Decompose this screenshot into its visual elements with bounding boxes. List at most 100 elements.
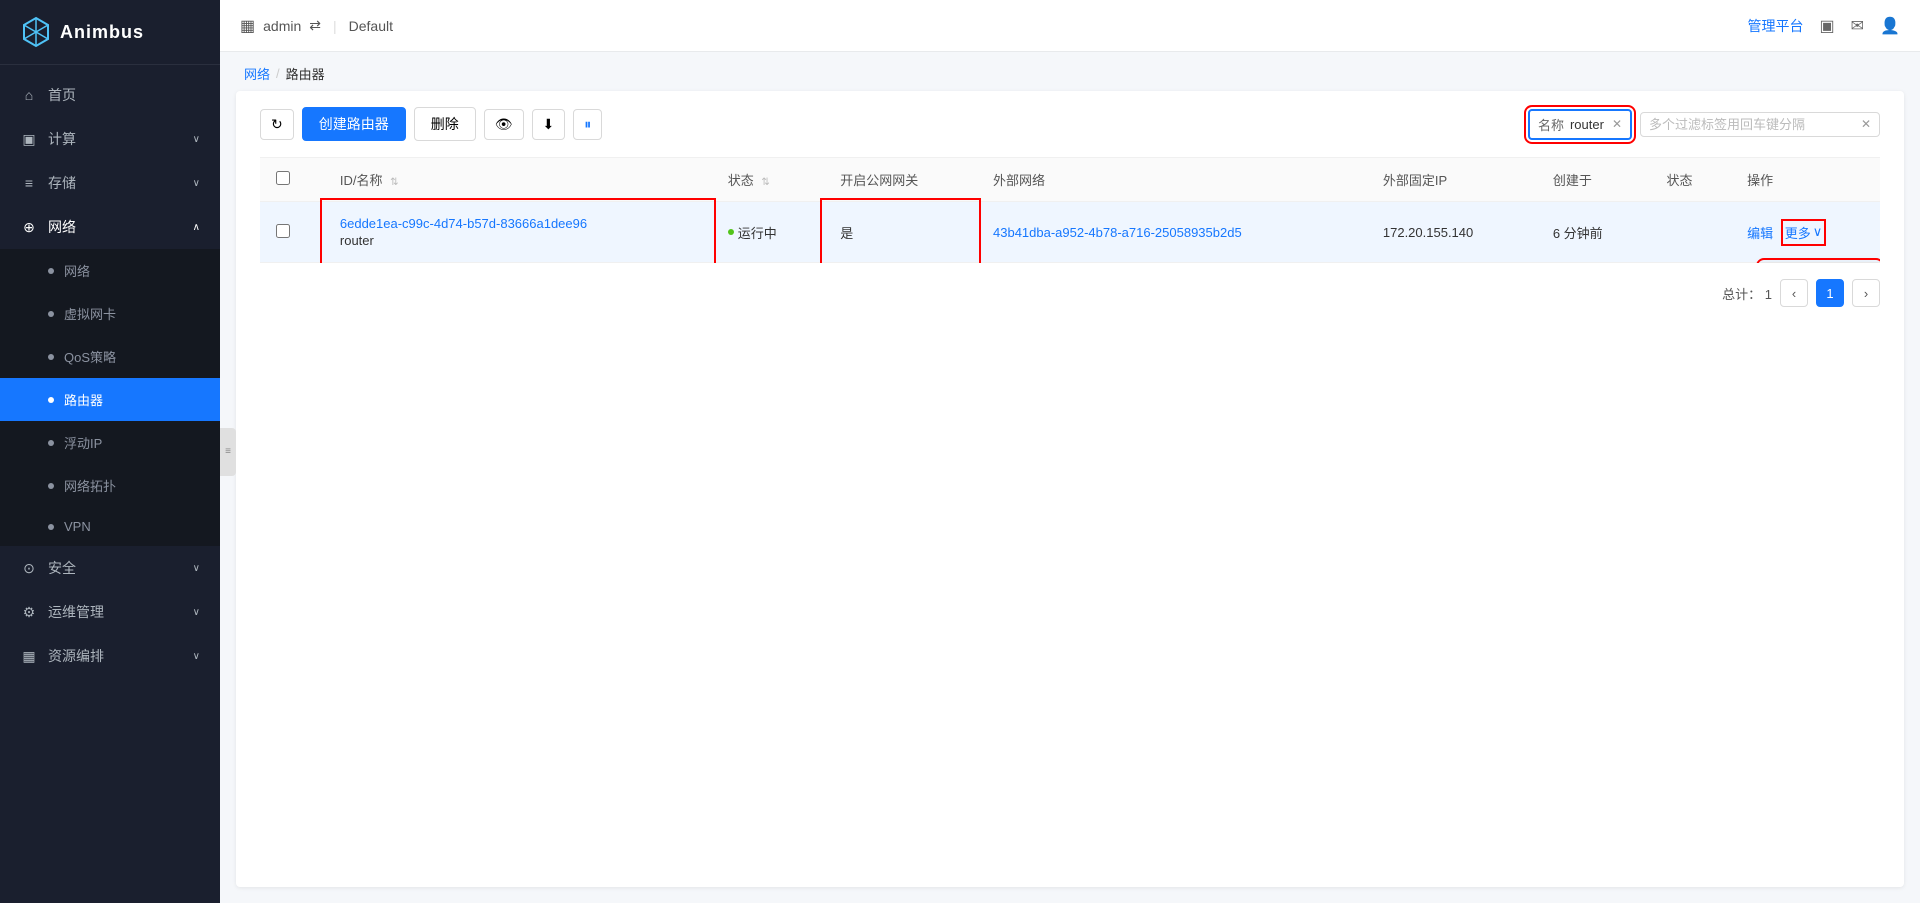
sidebar-item-topology[interactable]: 网络拓扑 bbox=[0, 464, 220, 507]
sidebar-menu: ⌂ 首页 ▣ 计算 ∨ ≡ 存储 ∨ ⊕ 网络 ∧ 网络 虚 bbox=[0, 65, 220, 903]
row-id-name-cell: 6edde1ea-c99c-4d74-b57d-83666a1dee96 rou… bbox=[324, 202, 712, 263]
pagination: 总计： 1 ‹ 1 › bbox=[260, 263, 1880, 307]
sidebar-item-home[interactable]: ⌂ 首页 bbox=[0, 73, 220, 117]
breadcrumb-parent[interactable]: 网络 bbox=[244, 64, 270, 83]
topbar-admin: admin bbox=[263, 18, 301, 34]
ops-arrow: ∨ bbox=[193, 607, 200, 618]
row-checkbox[interactable] bbox=[276, 224, 290, 238]
security-arrow: ∨ bbox=[193, 563, 200, 574]
row-external-network[interactable]: 43b41dba-a952-4b78-a716-25058935b2d5 bbox=[993, 225, 1242, 240]
network-submenu: 网络 虚拟网卡 QoS策略 路由器 浮动IP 网络拓扑 bbox=[0, 249, 220, 546]
table-body: 6edde1ea-c99c-4d74-b57d-83666a1dee96 rou… bbox=[260, 202, 1880, 263]
sidebar-item-resource[interactable]: ▦ 资源编排 ∨ bbox=[0, 634, 220, 678]
row-external-ip-cell: 172.20.155.140 bbox=[1367, 202, 1537, 263]
sidebar-item-floating-ip[interactable]: 浮动IP bbox=[0, 421, 220, 464]
filter-area: 名称 router ✕ ✕ bbox=[1528, 109, 1880, 140]
filter-tag-label: 名称 bbox=[1538, 115, 1564, 134]
filter-clear-button[interactable]: ✕ bbox=[1861, 117, 1871, 131]
sidebar-item-security-label: 安全 bbox=[48, 558, 76, 578]
router-table: ID/名称 ⇅ 状态 ⇅ 开启公网网关 外部网络 bbox=[260, 158, 1880, 263]
page-1-button[interactable]: 1 bbox=[1816, 279, 1844, 307]
row-gateway: 是 bbox=[840, 226, 853, 241]
col-created-at: 创建于 bbox=[1537, 158, 1651, 202]
row-status-cell: 运行中 bbox=[712, 202, 825, 263]
row-state-cell bbox=[1651, 202, 1732, 263]
row-created-at: 6 分钟前 bbox=[1553, 226, 1603, 241]
sidebar-item-vpn-label: VPN bbox=[64, 519, 91, 534]
management-link[interactable]: 管理平台 bbox=[1748, 16, 1804, 36]
router-dot bbox=[48, 397, 54, 403]
compute-icon: ▣ bbox=[20, 130, 38, 148]
prev-page-button[interactable]: ‹ bbox=[1780, 279, 1808, 307]
compute-arrow: ∨ bbox=[193, 134, 200, 145]
sidebar-collapse-handle[interactable]: ≡ bbox=[220, 428, 236, 476]
row-external-ip: 172.20.155.140 bbox=[1383, 225, 1473, 240]
resource-icon: ▦ bbox=[20, 647, 38, 665]
sidebar-item-network[interactable]: ⊕ 网络 ∧ bbox=[0, 205, 220, 249]
edit-action-button[interactable]: 编辑 bbox=[1747, 226, 1773, 241]
sidebar-item-home-label: 首页 bbox=[48, 85, 76, 105]
qos-dot bbox=[48, 354, 54, 360]
refresh-button[interactable]: ↻ bbox=[260, 109, 294, 140]
grid-icon: ▦ bbox=[240, 16, 255, 36]
table-header: ID/名称 ⇅ 状态 ⇅ 开启公网网关 外部网络 bbox=[260, 158, 1880, 202]
sidebar-item-qos[interactable]: QoS策略 bbox=[0, 335, 220, 378]
eye-button[interactable]: 👁 bbox=[484, 109, 524, 140]
ops-icon: ⚙ bbox=[20, 603, 38, 621]
filter-input[interactable] bbox=[1649, 117, 1861, 132]
topbar-sync-icon: ⇄ bbox=[309, 17, 321, 34]
sidebar-item-compute-label: 计算 bbox=[48, 129, 76, 149]
mail-icon[interactable]: ✉ bbox=[1851, 16, 1864, 36]
status-badge: 运行中 bbox=[728, 223, 777, 242]
breadcrumb: 网络 / 路由器 bbox=[220, 52, 1920, 91]
user-icon[interactable]: 👤 bbox=[1880, 16, 1900, 36]
grid-view-icon[interactable]: ▣ bbox=[1820, 16, 1835, 36]
sidebar-item-topology-label: 网络拓扑 bbox=[64, 476, 116, 495]
sidebar-item-ops[interactable]: ⚙ 运维管理 ∨ bbox=[0, 590, 220, 634]
sidebar-item-router[interactable]: 路由器 bbox=[0, 378, 220, 421]
create-router-button[interactable]: 创建路由器 bbox=[302, 107, 406, 141]
logo-text: Animbus bbox=[60, 22, 144, 43]
main-content: ▦ admin ⇄ | Default 管理平台 ▣ ✉ 👤 网络 / 路由器 … bbox=[220, 0, 1920, 903]
breadcrumb-current: 路由器 bbox=[286, 64, 325, 83]
table-wrap: ID/名称 ⇅ 状态 ⇅ 开启公网网关 外部网络 bbox=[260, 158, 1880, 263]
sidebar-item-vpn[interactable]: VPN bbox=[0, 507, 220, 546]
row-id[interactable]: 6edde1ea-c99c-4d74-b57d-83666a1dee96 bbox=[340, 216, 696, 231]
sidebar-item-security[interactable]: ⊙ 安全 ∨ bbox=[0, 546, 220, 590]
row-actions-cell: 编辑 更多 ∨ 连接子网 断开子网 关闭公网网关 bbox=[1731, 202, 1880, 263]
col-state: 状态 bbox=[1651, 158, 1732, 202]
sort-icon-status[interactable]: ⇅ bbox=[761, 177, 769, 188]
col-external-ip: 外部固定IP bbox=[1367, 158, 1537, 202]
sidebar-item-compute[interactable]: ▣ 计算 ∨ bbox=[0, 117, 220, 161]
delete-button[interactable]: 删除 bbox=[414, 107, 476, 141]
sidebar-item-network-sub[interactable]: 网络 bbox=[0, 249, 220, 292]
sidebar-item-storage[interactable]: ≡ 存储 ∨ bbox=[0, 161, 220, 205]
sidebar-item-storage-label: 存储 bbox=[48, 173, 76, 193]
filter-input-wrap: ✕ bbox=[1640, 112, 1880, 137]
col-id-name: ID/名称 ⇅ bbox=[324, 158, 712, 202]
network-sub-dot bbox=[48, 268, 54, 274]
sidebar-item-resource-label: 资源编排 bbox=[48, 646, 104, 666]
status-text: 运行中 bbox=[738, 223, 777, 242]
sidebar-item-network-sub-label: 网络 bbox=[64, 261, 90, 280]
sidebar-item-ops-label: 运维管理 bbox=[48, 602, 104, 622]
content-area: ↻ 创建路由器 删除 👁 ⬇ ⏸ 名称 router ✕ ✕ bbox=[236, 91, 1904, 887]
select-all-checkbox[interactable] bbox=[276, 171, 290, 185]
row-external-network-cell: 43b41dba-a952-4b78-a716-25058935b2d5 bbox=[977, 202, 1367, 263]
next-page-button[interactable]: › bbox=[1852, 279, 1880, 307]
security-icon: ⊙ bbox=[20, 559, 38, 577]
filter-tag-name: 名称 router ✕ bbox=[1528, 109, 1632, 140]
download-button[interactable]: ⬇ bbox=[532, 109, 566, 140]
sidebar-item-router-label: 路由器 bbox=[64, 390, 103, 409]
actions-dropdown-menu: 连接子网 断开子网 关闭公网网关 bbox=[1760, 262, 1880, 263]
vnic-dot bbox=[48, 311, 54, 317]
total-label: 总计： 1 bbox=[1722, 284, 1772, 303]
more-action-button[interactable]: 更多 ∨ bbox=[1785, 223, 1823, 242]
sort-icon-id[interactable]: ⇅ bbox=[390, 177, 398, 188]
sidebar-item-vnic[interactable]: 虚拟网卡 bbox=[0, 292, 220, 335]
col-status: 状态 ⇅ bbox=[712, 158, 825, 202]
filter-tag-close-button[interactable]: ✕ bbox=[1612, 117, 1622, 131]
col-external-network: 外部网络 bbox=[977, 158, 1367, 202]
power-button[interactable]: ⏸ bbox=[573, 109, 602, 140]
storage-icon: ≡ bbox=[20, 174, 38, 192]
